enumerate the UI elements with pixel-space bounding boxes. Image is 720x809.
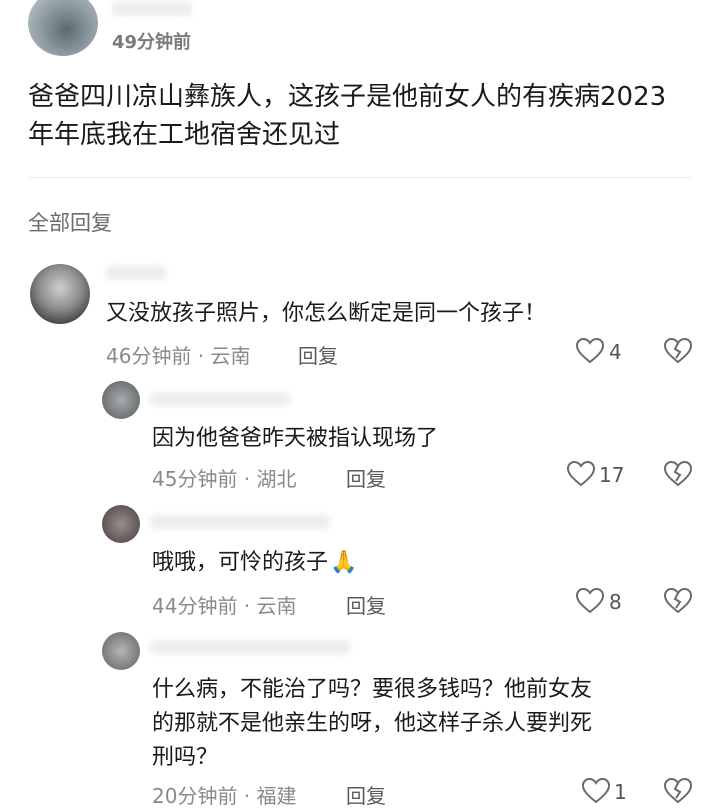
broken-heart-icon[interactable] bbox=[664, 588, 692, 614]
comment-text: 哦哦，可怜的孩子🙏 bbox=[152, 546, 357, 580]
heart-icon[interactable] bbox=[582, 778, 610, 804]
comment-meta: 45分钟前 · 湖北 bbox=[152, 467, 297, 491]
comment-text-body: 哦哦，可怜的孩子 bbox=[152, 550, 329, 575]
broken-heart-icon[interactable] bbox=[664, 338, 692, 364]
commenter-avatar[interactable] bbox=[102, 381, 140, 419]
comment-meta: 44分钟前 · 云南 bbox=[152, 594, 297, 618]
praying-hands-emoji: 🙏 bbox=[330, 550, 358, 575]
divider bbox=[28, 177, 692, 178]
commenter-avatar[interactable] bbox=[102, 505, 140, 543]
comment-meta: 46分钟前 · 云南 bbox=[106, 344, 251, 368]
like-count: 4 bbox=[609, 340, 622, 364]
reply-button[interactable]: 回复 bbox=[346, 780, 386, 809]
like-count: 1 bbox=[614, 780, 627, 804]
comment-text: 又没放孩子照片，你怎么断定是同一个孩子！ bbox=[106, 301, 547, 326]
heart-icon[interactable] bbox=[576, 588, 604, 614]
comment-text-line: 的那就不是他亲生的呀，他这样子杀人要判死 bbox=[152, 711, 593, 736]
broken-heart-icon[interactable] bbox=[664, 461, 692, 487]
comment-text-line: 刑吗？ bbox=[152, 745, 219, 770]
commenter-avatar[interactable] bbox=[30, 264, 90, 324]
post-author-avatar[interactable] bbox=[28, 0, 98, 56]
broken-heart-icon[interactable] bbox=[664, 778, 692, 804]
comment-text: 因为他爸爸昨天被指认现场了 bbox=[152, 426, 439, 451]
post-text-line-1: 爸爸四川凉山彝族人，这孩子是他前女人的有疾病2023 bbox=[28, 82, 667, 112]
reply-button[interactable]: 回复 bbox=[298, 340, 338, 369]
post-author-name[interactable] bbox=[112, 2, 192, 16]
commenter-name[interactable] bbox=[150, 515, 330, 529]
post-body: 爸爸四川凉山彝族人，这孩子是他前女人的有疾病2023 年年底我在工地宿舍还见过 bbox=[28, 78, 698, 154]
commenter-name[interactable] bbox=[106, 266, 166, 280]
post-text-line-2: 年年底我在工地宿舍还见过 bbox=[28, 120, 341, 150]
commenter-name[interactable] bbox=[150, 392, 290, 406]
commenter-avatar[interactable] bbox=[102, 632, 140, 670]
reply-button[interactable]: 回复 bbox=[346, 463, 386, 492]
heart-icon[interactable] bbox=[576, 338, 604, 364]
replies-header: 全部回复 bbox=[28, 211, 112, 235]
like-count: 17 bbox=[599, 463, 625, 487]
heart-icon[interactable] bbox=[567, 461, 595, 487]
commenter-name[interactable] bbox=[150, 640, 350, 654]
post-time: 49分钟前 bbox=[112, 32, 192, 53]
comment-text: 什么病，不能治了吗？要很多钱吗？他前女友 的那就不是他亲生的呀，他这样子杀人要判… bbox=[152, 673, 692, 775]
reply-button[interactable]: 回复 bbox=[346, 590, 386, 619]
comment-meta: 20分钟前 · 福建 bbox=[152, 784, 297, 808]
comment-text-line: 什么病，不能治了吗？要很多钱吗？他前女友 bbox=[152, 677, 593, 702]
like-count: 8 bbox=[609, 590, 622, 614]
